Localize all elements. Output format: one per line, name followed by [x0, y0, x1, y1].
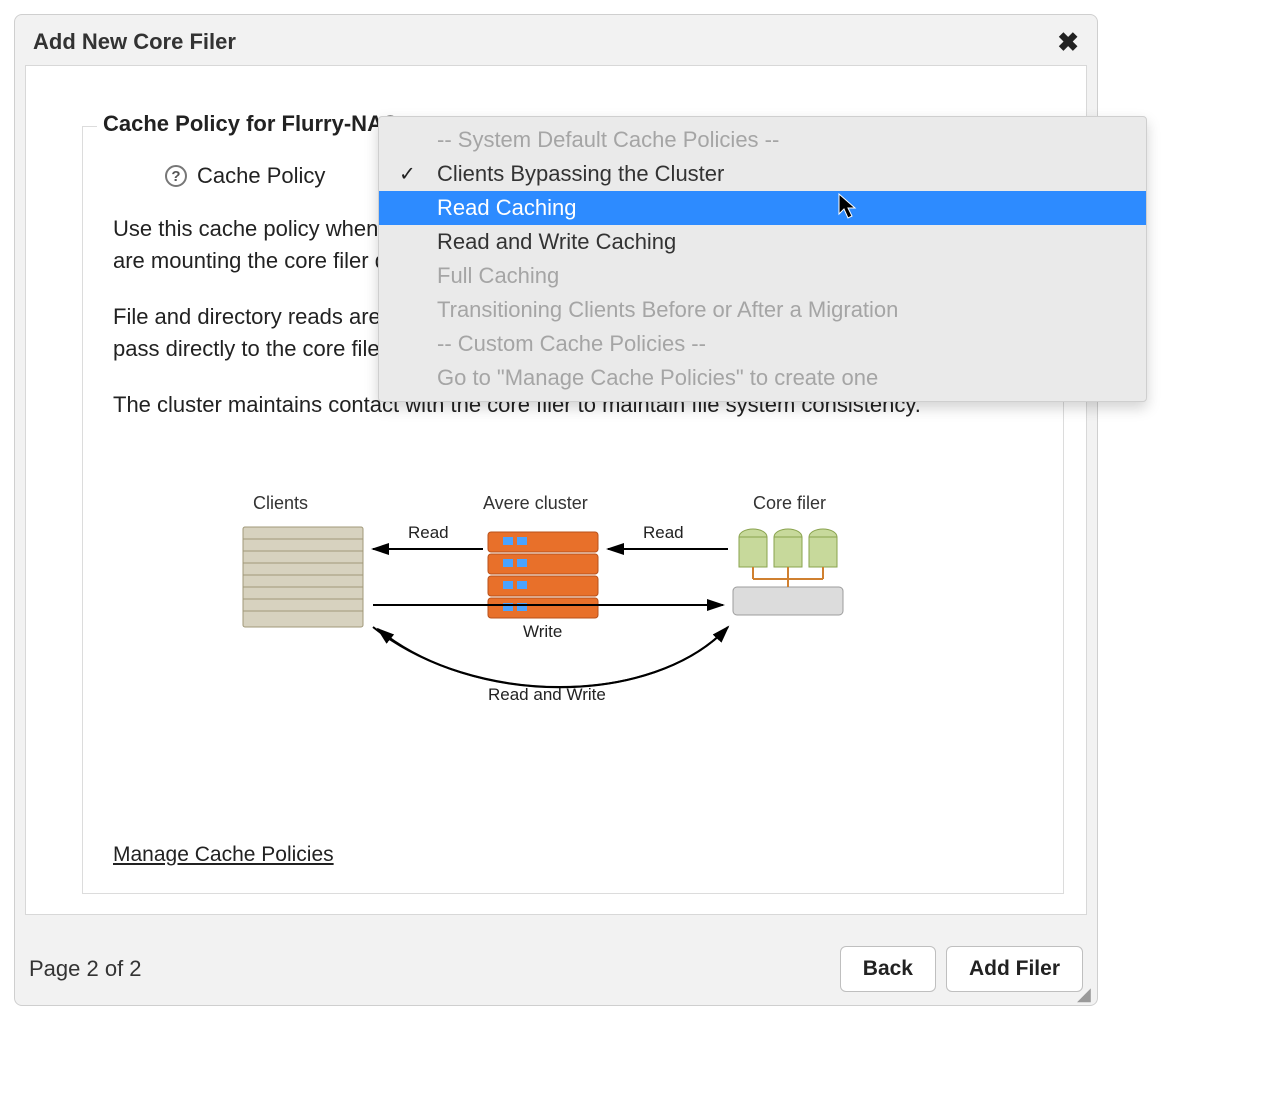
diagram-avere-label: Avere cluster — [483, 493, 588, 514]
dropdown-option-read-write-caching[interactable]: Read and Write Caching — [379, 225, 1146, 259]
dropdown-go-manage: Go to "Manage Cache Policies" to create … — [379, 361, 1146, 395]
cache-policy-diagram: Clients Avere cluster Core filer Read Re… — [233, 477, 853, 737]
diagram-read-label-2: Read — [643, 523, 684, 543]
footer-buttons: Back Add Filer — [840, 946, 1083, 992]
manage-cache-policies-link[interactable]: Manage Cache Policies — [113, 843, 334, 867]
dropdown-option-read-caching[interactable]: Read Caching — [379, 191, 1146, 225]
cache-policy-label: Cache Policy — [197, 163, 325, 189]
help-icon[interactable]: ? — [165, 165, 187, 187]
checkmark-icon: ✓ — [399, 162, 416, 187]
dropdown-option-bypass[interactable]: ✓ Clients Bypassing the Cluster — [379, 157, 1146, 191]
diagram-readwrite-label: Read and Write — [488, 685, 606, 705]
dialog-title: Add New Core Filer — [33, 29, 236, 55]
diagram-read-label-1: Read — [408, 523, 449, 543]
diagram-clients-label: Clients — [253, 493, 308, 514]
page-indicator: Page 2 of 2 — [29, 956, 142, 982]
dropdown-option-full-caching: Full Caching — [379, 259, 1146, 293]
close-icon[interactable]: ✖ — [1057, 29, 1079, 55]
dropdown-option-transitioning: Transitioning Clients Before or After a … — [379, 293, 1146, 327]
back-button[interactable]: Back — [840, 946, 936, 992]
dropdown-option-label: Clients Bypassing the Cluster — [437, 161, 724, 186]
add-filer-button[interactable]: Add Filer — [946, 946, 1083, 992]
dialog-footer: Page 2 of 2 Back Add Filer — [15, 933, 1097, 1005]
dialog-header: Add New Core Filer ✖ — [15, 15, 1097, 65]
dropdown-group-system: -- System Default Cache Policies -- — [379, 123, 1146, 157]
fieldset-legend: Cache Policy for Flurry-NAS — [97, 111, 404, 137]
dropdown-group-custom: -- Custom Cache Policies -- — [379, 327, 1146, 361]
diagram-corefiler-label: Core filer — [753, 493, 826, 514]
cache-policy-dropdown[interactable]: -- System Default Cache Policies -- ✓ Cl… — [378, 116, 1147, 402]
diagram-write-label: Write — [523, 622, 562, 642]
